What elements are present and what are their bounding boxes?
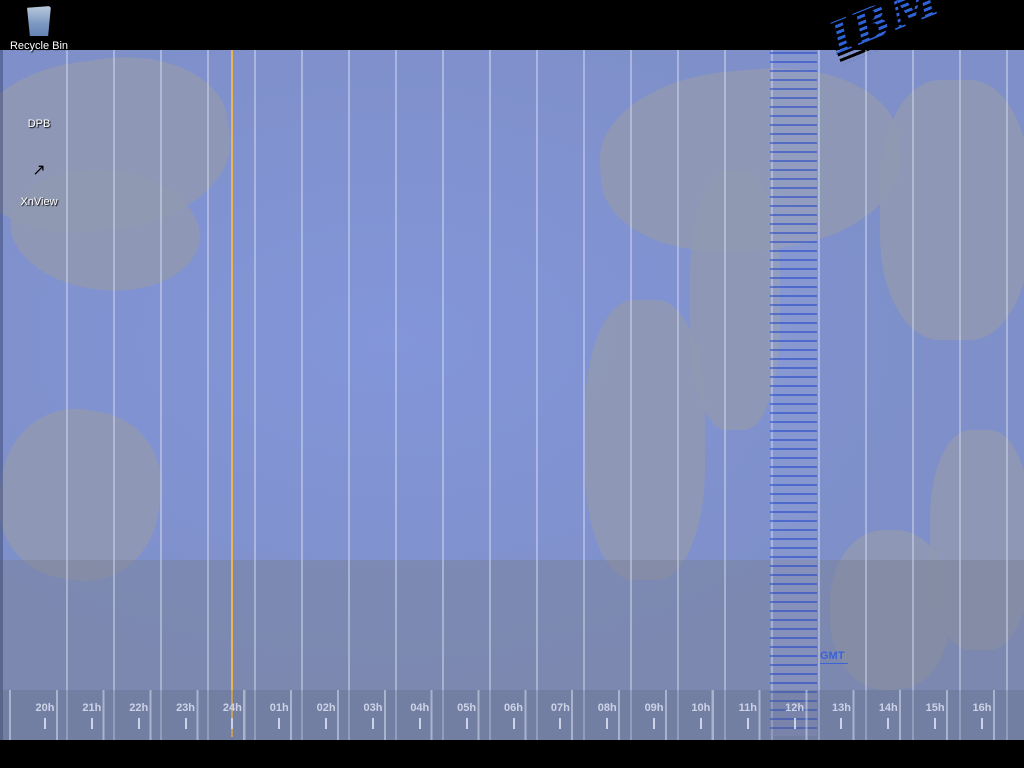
timezone-label: 02h	[317, 702, 336, 714]
landmass	[690, 170, 780, 430]
landmass	[585, 300, 705, 580]
timezone-label: 05h	[457, 702, 476, 714]
timezone-tick	[91, 718, 93, 729]
map-left-edge	[0, 50, 3, 740]
icon-label: DPB	[5, 118, 73, 130]
timezone-label: 08h	[598, 702, 617, 714]
language-option[interactable]: English (Zimbabwe)	[0, 756, 1024, 768]
timezone-tick	[325, 718, 327, 729]
landmass	[880, 80, 1024, 340]
wallpaper-world-map: GMT 20h 21h 22h 23h 24h 01h 02h 03h 04h 05h 06h 07h…	[0, 50, 1024, 740]
shortcut-arrow-icon: ↗	[22, 160, 56, 180]
landmass	[593, 57, 908, 262]
timezone-label: 23h	[176, 702, 195, 714]
timezone-label: 07h	[551, 702, 570, 714]
timezone-tick	[44, 718, 46, 729]
timezone-tick	[372, 718, 374, 729]
landmass	[0, 397, 174, 592]
timezone-tick	[840, 718, 842, 729]
language-option[interactable]: English (United States)	[0, 738, 1024, 756]
icon-label: XnView	[5, 196, 73, 208]
timezone-tick	[747, 718, 749, 729]
timezone-label: 06h	[504, 702, 523, 714]
icon-label: Recycle Bin	[5, 40, 73, 52]
xnview-app-icon: ↗	[22, 160, 56, 194]
desktop-icon-recycle-bin[interactable]: ♻ Recycle Bin	[5, 4, 73, 52]
timezone-tick	[513, 718, 515, 729]
landmass	[930, 430, 1024, 650]
timezone-label: 20h	[36, 702, 55, 714]
desktop-root: GMT 20h 21h 22h 23h 24h 01h 02h 03h 04h 05h 06h 07h…	[0, 0, 1024, 768]
timezone-tick	[981, 718, 983, 729]
recycle-bin-icon: ♻	[22, 4, 56, 38]
timezone-tick	[887, 718, 889, 729]
timezone-label: 11h	[739, 702, 757, 714]
desktop-icon-dpb[interactable]: DPB	[5, 82, 73, 130]
timezone-label: 22h	[129, 702, 148, 714]
timezone-label: 15h	[926, 702, 945, 714]
timezone-band: 20h 21h 22h 23h 24h 01h 02h 03h 04h 05h 06h 07h 08h 0…	[0, 690, 1024, 740]
current-time-marker-line	[231, 50, 233, 737]
gmt-label: GMT	[820, 650, 848, 664]
timezone-tick	[606, 718, 608, 729]
timezone-tick	[559, 718, 561, 729]
timezone-label: 16h	[973, 702, 992, 714]
timezone-label: 03h	[363, 702, 382, 714]
timezone-label: 13h	[832, 702, 851, 714]
timezone-tick	[653, 718, 655, 729]
timezone-label: 04h	[410, 702, 429, 714]
timezone-label: 10h	[691, 702, 710, 714]
timezone-tick	[700, 718, 702, 729]
laptop-icon	[22, 82, 56, 116]
recycle-bin-body	[27, 6, 51, 36]
timezone-tick	[138, 718, 140, 729]
timezone-tick	[934, 718, 936, 729]
gmt-meridian-band	[770, 52, 817, 736]
timezone-label: 09h	[645, 702, 664, 714]
timezone-tick	[278, 718, 280, 729]
timezone-tick	[185, 718, 187, 729]
timezone-tick	[794, 718, 796, 729]
landmass	[0, 50, 241, 247]
landmass	[830, 530, 950, 690]
timezone-label: 14h	[879, 702, 898, 714]
timezone-tick	[419, 718, 421, 729]
timezone-tick	[231, 718, 233, 729]
desktop-icon-xnview[interactable]: ↗ XnView	[5, 160, 73, 208]
timezone-label: 12h	[785, 702, 804, 714]
timezone-label: 24h	[223, 702, 242, 714]
timezone-label: 21h	[82, 702, 101, 714]
timezone-label: 01h	[270, 702, 289, 714]
timezone-tick	[466, 718, 468, 729]
